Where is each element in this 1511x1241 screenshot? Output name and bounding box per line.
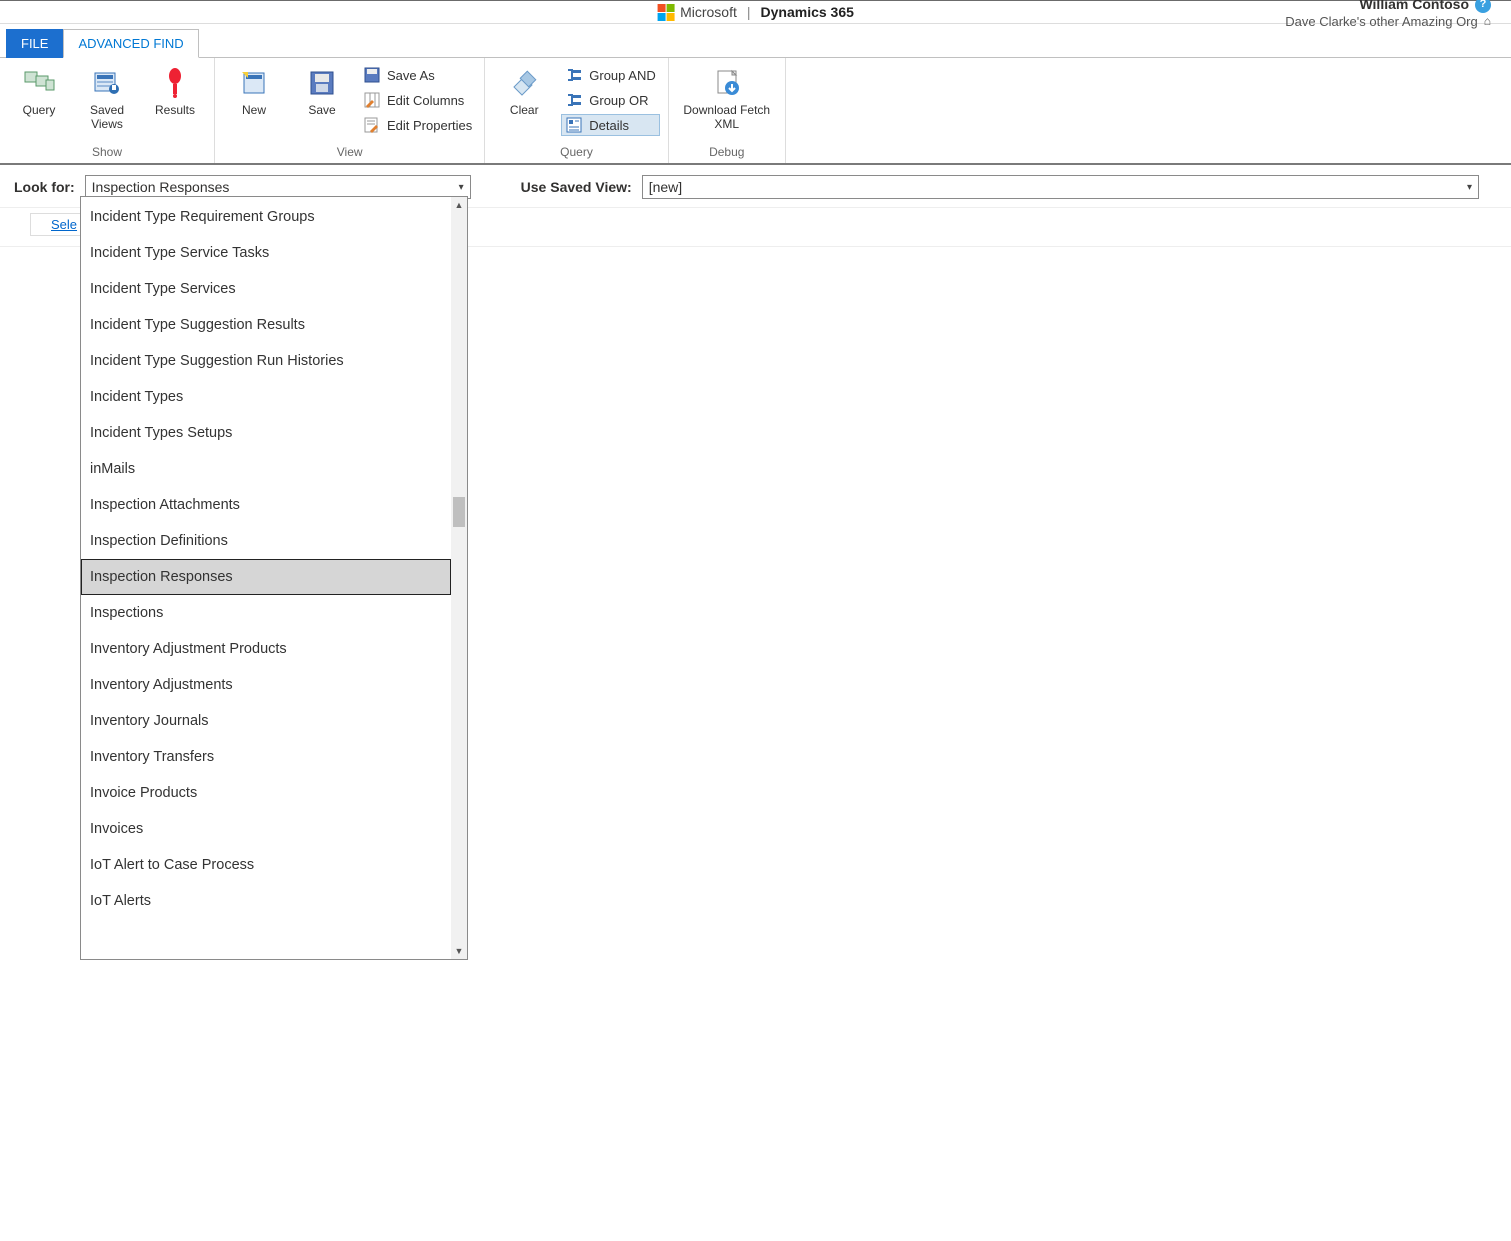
dropdown-item[interactable]: Inventory Adjustments [81,667,451,703]
ribbon-group-label-show: Show [92,143,122,161]
dropdown-item[interactable]: Inspection Definitions [81,523,451,559]
chevron-down-icon: ▾ [459,182,464,193]
dropdown-item[interactable]: Inspections [81,595,451,631]
details-button[interactable]: Details [561,114,659,136]
dropdown-item[interactable]: Inventory Adjustment Products [81,631,451,667]
saved-view-label: Use Saved View: [521,179,632,195]
brand: Microsoft | Dynamics 365 [657,4,854,21]
download-fetch-xml-icon [710,66,744,100]
query-icon [22,66,56,100]
org-name: Dave Clarke's other Amazing Org [1285,14,1478,31]
tab-file[interactable]: FILE [6,29,63,58]
title-bar: Microsoft | Dynamics 365 William Contoso… [0,0,1511,24]
tab-advanced-find[interactable]: ADVANCED FIND [63,29,198,58]
help-icon[interactable]: ? [1475,0,1491,13]
group-or-button[interactable]: Group OR [561,89,659,111]
ribbon-group-show: Query Saved Views Results Show [0,58,215,163]
details-icon [565,116,583,134]
clear-button[interactable]: Clear [493,62,555,121]
save-button[interactable]: Save [291,62,353,121]
dropdown-item[interactable]: Inspection Responses [81,559,451,595]
saved-views-button[interactable]: Saved Views [76,62,138,135]
dropdown-item[interactable]: Incident Type Suggestion Run Histories [81,343,451,379]
saved-views-icon [90,66,124,100]
query-button[interactable]: Query [8,62,70,121]
ribbon: Query Saved Views Results Show [0,57,1511,165]
look-for-dropdown-list: Incident Type Requirement GroupsIncident… [80,196,468,960]
results-icon [158,66,192,100]
edit-properties-button[interactable]: Edit Properties [359,114,476,136]
brand-product: Dynamics 365 [761,4,854,20]
ribbon-group-view: New Save Save As Edit Columns [215,58,485,163]
chevron-down-icon: ▾ [1467,182,1472,193]
dropdown-scrollbar[interactable]: ▲ ▼ [451,197,467,959]
save-icon [305,66,339,100]
saved-view-dropdown[interactable]: [new] ▾ [642,175,1479,199]
edit-properties-icon [363,116,381,134]
saved-view-value: [new] [649,179,682,195]
group-and-icon [565,66,583,84]
ribbon-group-label-debug: Debug [709,143,744,161]
clear-icon [507,66,541,100]
user-name: William Contoso [1359,0,1469,14]
dropdown-item[interactable]: IoT Alerts [81,883,451,919]
scroll-down-icon[interactable]: ▼ [451,943,467,959]
dropdown-item[interactable]: Incident Type Requirement Groups [81,199,451,235]
dropdown-item[interactable]: Incident Types Setups [81,415,451,451]
results-button[interactable]: Results [144,62,206,121]
edit-columns-button[interactable]: Edit Columns [359,89,476,111]
group-or-icon [565,91,583,109]
save-as-icon [363,66,381,84]
dropdown-item[interactable]: Incident Type Suggestion Results [81,307,451,343]
group-and-button[interactable]: Group AND [561,64,659,86]
save-as-button[interactable]: Save As [359,64,476,86]
ribbon-group-label-query: Query [560,143,593,161]
scroll-thumb[interactable] [453,497,465,527]
new-button[interactable]: New [223,62,285,121]
tabs-row: FILE ADVANCED FIND [0,28,1511,57]
home-icon[interactable]: ⌂ [1484,14,1491,30]
brand-separator: | [747,4,751,20]
dropdown-item[interactable]: inMails [81,451,451,487]
dropdown-item[interactable]: Inventory Transfers [81,739,451,775]
brand-microsoft: Microsoft [680,4,737,20]
ribbon-group-label-view: View [337,143,363,161]
dropdown-item[interactable]: IoT Alert to Case Process [81,847,451,883]
user-area: William Contoso ? Dave Clarke's other Am… [1285,0,1491,31]
dropdown-item[interactable]: Invoices [81,811,451,847]
dropdown-item[interactable]: Inventory Journals [81,703,451,739]
download-fetch-xml-button[interactable]: Download Fetch XML [677,62,777,135]
dropdown-item[interactable]: Inspection Attachments [81,487,451,523]
new-icon [237,66,271,100]
ribbon-group-debug: Download Fetch XML Debug [669,58,786,163]
edit-columns-icon [363,91,381,109]
ribbon-group-query: Clear Group AND Group OR Details Query [485,58,668,163]
microsoft-logo-icon [657,4,674,21]
dropdown-item[interactable]: Incident Type Service Tasks [81,235,451,271]
look-for-label: Look for: [14,179,75,195]
scroll-up-icon[interactable]: ▲ [451,197,467,213]
look-for-value: Inspection Responses [92,179,230,195]
dropdown-item[interactable]: Incident Type Services [81,271,451,307]
dropdown-item[interactable]: Incident Types [81,379,451,415]
dropdown-item[interactable]: Invoice Products [81,775,451,811]
scroll-track[interactable] [451,213,467,943]
